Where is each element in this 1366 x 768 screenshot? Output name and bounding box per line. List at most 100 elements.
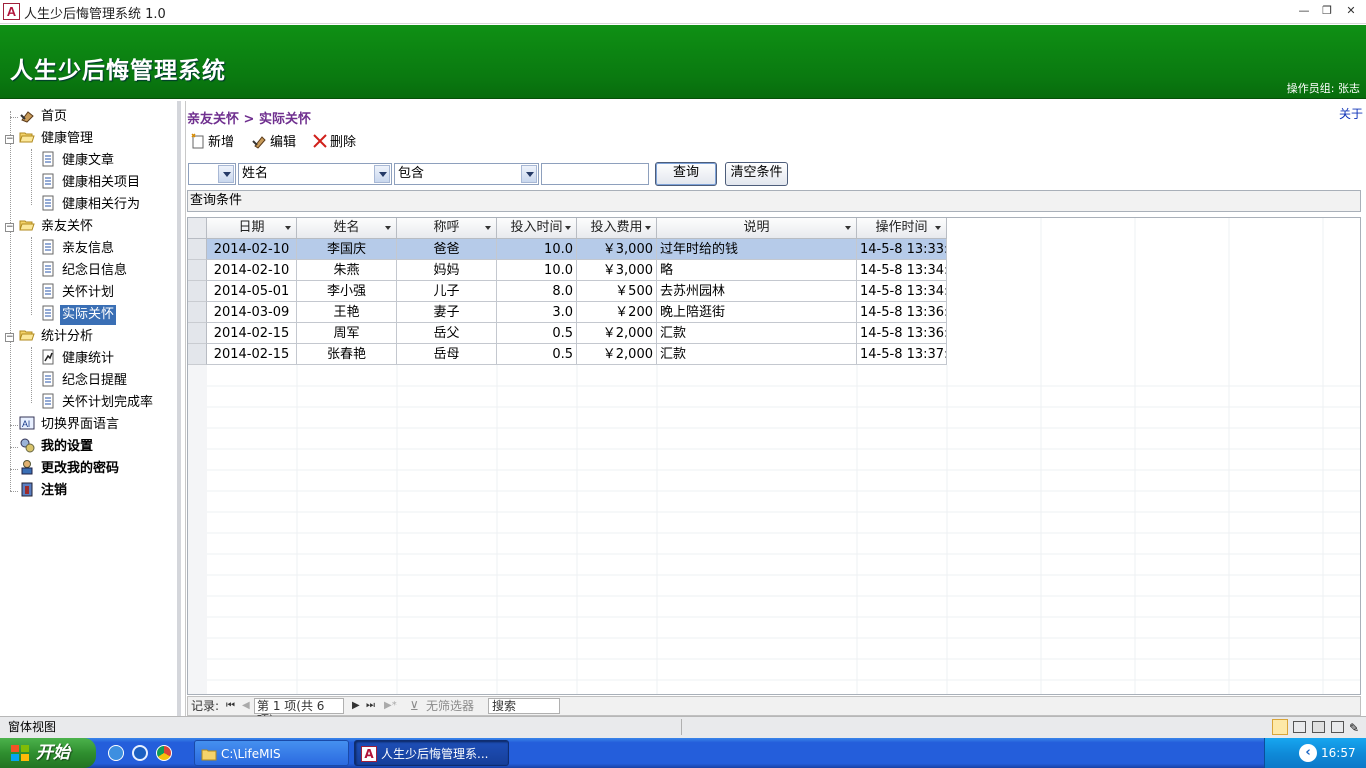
search-input[interactable]: 搜索 (488, 698, 560, 714)
tree-item-switch-language[interactable]: Al 切换界面语言 (19, 415, 121, 435)
filter-value-input[interactable] (541, 163, 649, 185)
sort-arrow-icon[interactable] (385, 226, 391, 230)
sort-arrow-icon[interactable] (845, 226, 851, 230)
row-selector[interactable] (188, 260, 207, 281)
design-view-icon[interactable]: ✎ (1349, 718, 1359, 738)
tree-item-anniversary-info[interactable]: 纪念日信息 (40, 261, 129, 281)
column-header[interactable]: 日期 (207, 218, 297, 239)
table-cell[interactable]: 2014-02-15 (207, 344, 297, 365)
column-header[interactable]: 操作时间 (857, 218, 947, 239)
ie-quicklaunch-icon[interactable] (108, 745, 124, 761)
table-cell[interactable]: 过年时给的钱 (657, 239, 857, 260)
tree-item-change-password[interactable]: 更改我的密码 (19, 459, 121, 479)
table-cell[interactable]: 14-5-8 13:34: (857, 281, 947, 302)
column-header[interactable]: 说明 (657, 218, 857, 239)
row-selector[interactable] (188, 281, 207, 302)
table-cell[interactable]: 2014-05-01 (207, 281, 297, 302)
table-cell[interactable]: 朱燕 (297, 260, 397, 281)
sort-arrow-icon[interactable] (935, 226, 941, 230)
about-link[interactable]: 关于 (1339, 105, 1363, 122)
tree-item-statistics[interactable]: 统计分析 (19, 327, 95, 347)
table-cell[interactable]: 8.0 (497, 281, 577, 302)
minimize-button[interactable]: — (1296, 4, 1312, 18)
column-header[interactable]: 称呼 (397, 218, 497, 239)
tree-item-health-stats[interactable]: 健康统计 (40, 349, 116, 369)
table-cell[interactable]: 14-5-8 13:36: (857, 302, 947, 323)
table-cell[interactable]: 0.5 (497, 323, 577, 344)
record-position-field[interactable]: 第 1 项(共 6 项) (254, 698, 344, 727)
table-cell[interactable]: 晚上陪逛街 (657, 302, 857, 323)
last-record-icon[interactable]: ⏭ (366, 697, 375, 715)
table-cell[interactable]: ￥2,000 (577, 323, 657, 344)
tree-item-care-plan-completion[interactable]: 关怀计划完成率 (40, 393, 155, 413)
tree-item-actual-care[interactable]: 实际关怀 (40, 305, 117, 325)
sort-arrow-icon[interactable] (645, 226, 651, 230)
table-cell[interactable]: 妻子 (397, 302, 497, 323)
new-record-icon[interactable]: ▶* (384, 697, 397, 715)
filter-operator-select[interactable]: 包含 (394, 163, 539, 185)
column-header[interactable]: 投入时间 (497, 218, 577, 239)
table-cell[interactable]: 李国庆 (297, 239, 397, 260)
table-cell[interactable]: 14-5-8 13:33: (857, 239, 947, 260)
first-record-icon[interactable]: ⏮ (226, 697, 235, 715)
layout-view-icon[interactable] (1312, 721, 1325, 733)
browser-quicklaunch-icon[interactable] (132, 745, 148, 761)
collapse-toggle-stats[interactable]: − (5, 333, 14, 342)
tree-item-health-management[interactable]: 健康管理 (19, 129, 95, 149)
prev-record-icon[interactable]: ◀ (242, 697, 250, 715)
datasheet-view-icon[interactable] (1293, 721, 1306, 733)
next-record-icon[interactable]: ▶ (352, 697, 360, 715)
chrome-quicklaunch-icon[interactable] (156, 745, 172, 761)
grid-corner[interactable] (188, 218, 207, 239)
pivot-view-icon[interactable] (1331, 721, 1344, 733)
row-selector[interactable] (188, 344, 207, 365)
tree-item-family-info[interactable]: 亲友信息 (40, 239, 116, 259)
table-cell[interactable]: 岳母 (397, 344, 497, 365)
tree-item-anniversary-reminder[interactable]: 纪念日提醒 (40, 371, 129, 391)
tree-item-family-care[interactable]: 亲友关怀 (19, 217, 95, 237)
edit-button[interactable]: 编辑 (252, 132, 296, 154)
table-cell[interactable]: 14-5-8 13:37: (857, 344, 947, 365)
table-cell[interactable]: 3.0 (497, 302, 577, 323)
tree-item-care-plan[interactable]: 关怀计划 (40, 283, 116, 303)
table-cell[interactable]: 14-5-8 13:34: (857, 260, 947, 281)
table-cell[interactable]: 岳父 (397, 323, 497, 344)
table-cell[interactable]: 儿子 (397, 281, 497, 302)
column-header[interactable]: 投入费用 (577, 218, 657, 239)
tree-item-health-behaviors[interactable]: 健康相关行为 (40, 195, 142, 215)
query-button[interactable]: 查询 (655, 162, 717, 186)
clear-conditions-button[interactable]: 清空条件 (725, 162, 788, 186)
table-cell[interactable]: 2014-02-10 (207, 239, 297, 260)
table-cell[interactable]: 去苏州园林 (657, 281, 857, 302)
sort-arrow-icon[interactable] (485, 226, 491, 230)
table-cell[interactable]: 0.5 (497, 344, 577, 365)
row-selector[interactable] (188, 323, 207, 344)
filter-field-select[interactable]: 姓名 (238, 163, 392, 185)
table-cell[interactable]: 爸爸 (397, 239, 497, 260)
filter-prefix-select[interactable] (188, 163, 236, 185)
table-cell[interactable]: 张春艳 (297, 344, 397, 365)
row-selector[interactable] (188, 302, 207, 323)
sort-arrow-icon[interactable] (285, 226, 291, 230)
table-cell[interactable]: ￥2,000 (577, 344, 657, 365)
table-cell[interactable]: 妈妈 (397, 260, 497, 281)
row-selector[interactable] (188, 239, 207, 260)
column-header[interactable]: 姓名 (297, 218, 397, 239)
no-filter-label[interactable]: 无筛选器 (426, 697, 474, 715)
table-cell[interactable]: ￥500 (577, 281, 657, 302)
table-cell[interactable]: ￥3,000 (577, 260, 657, 281)
new-button[interactable]: 新增 (190, 132, 234, 154)
table-cell[interactable]: 10.0 (497, 260, 577, 281)
table-cell[interactable]: ￥200 (577, 302, 657, 323)
table-cell[interactable]: 王艳 (297, 302, 397, 323)
collapse-toggle-health[interactable]: − (5, 135, 14, 144)
chevron-left-icon[interactable]: ‹ (1299, 744, 1317, 762)
table-cell[interactable]: 2014-03-09 (207, 302, 297, 323)
table-cell[interactable]: 汇款 (657, 323, 857, 344)
table-cell[interactable]: 周军 (297, 323, 397, 344)
tree-item-health-articles[interactable]: 健康文章 (40, 151, 116, 171)
task-access-app[interactable]: A 人生少后悔管理系... (354, 740, 509, 766)
form-view-icon[interactable] (1272, 719, 1288, 735)
table-cell[interactable]: 2014-02-15 (207, 323, 297, 344)
start-button[interactable]: 开始 (0, 738, 96, 768)
